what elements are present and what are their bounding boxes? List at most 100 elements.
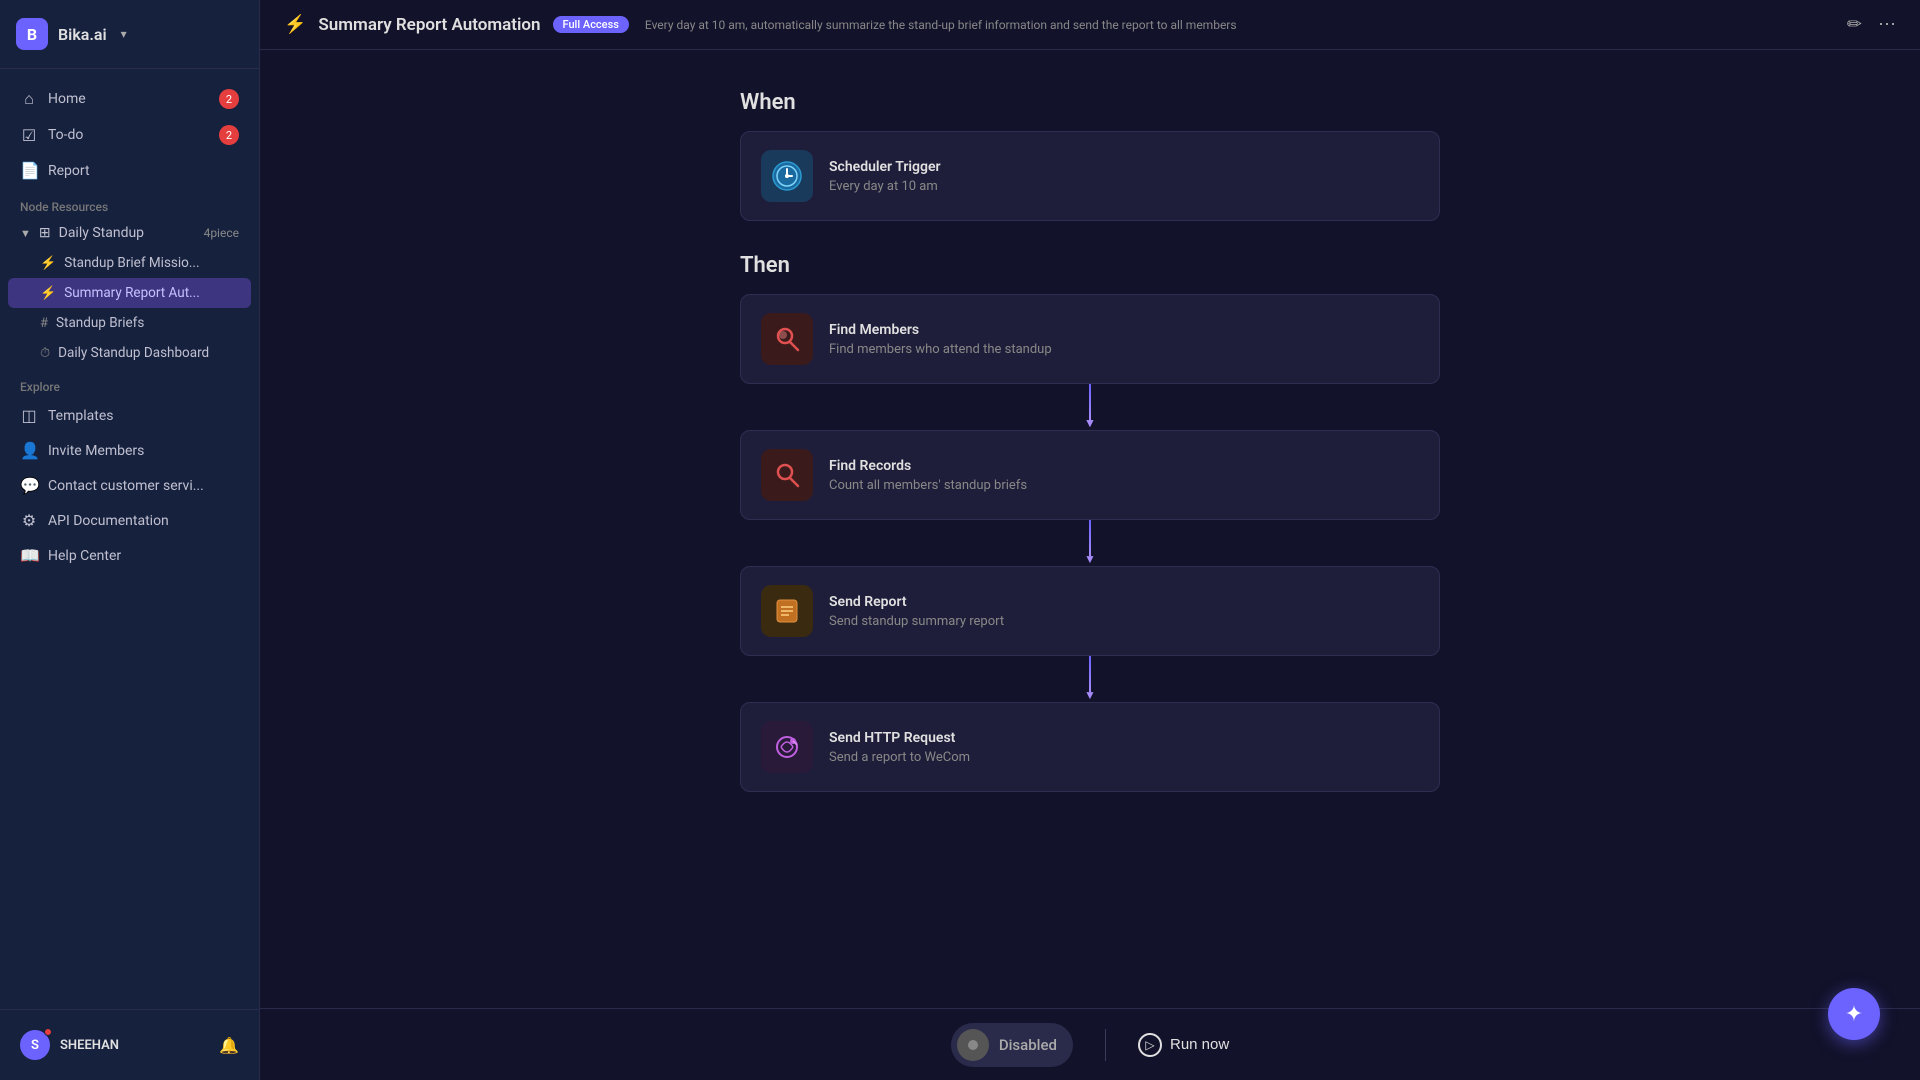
scheduler-icon <box>761 150 813 202</box>
sidebar: B Bika.ai ▾ ⌂ Home 2 ☑ To-do 2 📄 Report … <box>0 0 260 1080</box>
connector-1: ▼ <box>1089 384 1091 420</box>
send-report-desc: Send standup summary report <box>829 614 1004 629</box>
find-members-text: Find Members Find members who attend the… <box>829 322 1052 357</box>
topbar-actions: ✏ ⋯ <box>1847 14 1896 35</box>
sidebar-item-contact-customer[interactable]: 💬 Contact customer servi... <box>8 468 251 503</box>
chat-icon: 💬 <box>20 476 38 495</box>
sidebar-item-api-docs[interactable]: ⚙ API Documentation <box>8 503 251 538</box>
main-nav: ⌂ Home 2 ☑ To-do 2 📄 Report Node Resourc… <box>0 69 259 585</box>
fab-button[interactable]: ✦ <box>1828 988 1880 1040</box>
nav-label-home: Home <box>48 91 86 107</box>
run-now-button[interactable]: ▷ Run now <box>1138 1033 1229 1057</box>
disabled-toggle[interactable]: Disabled <box>951 1023 1073 1067</box>
hash-icon: # <box>40 316 48 331</box>
invite-icon: 👤 <box>20 441 38 460</box>
send-report-title: Send Report <box>829 594 1004 610</box>
notification-dot <box>44 1028 52 1036</box>
send-http-title: Send HTTP Request <box>829 730 970 746</box>
home-badge: 2 <box>219 89 239 109</box>
connector-2: ▼ <box>1089 520 1091 556</box>
app-chevron-icon: ▾ <box>121 27 127 41</box>
sidebar-item-daily-standup-dashboard[interactable]: ⏱ Daily Standup Dashboard <box>8 338 251 368</box>
node-resources-label: Node Resources <box>8 188 251 218</box>
nav-item-todo[interactable]: ☑ To-do 2 <box>8 117 251 153</box>
standup-briefs-label: Standup Briefs <box>56 315 144 331</box>
app-name: Bika.ai <box>58 25 107 44</box>
find-records-title: Find Records <box>829 458 1027 474</box>
help-label: Help Center <box>48 548 121 564</box>
fab-icon: ✦ <box>1845 1002 1863 1027</box>
find-members-card[interactable]: Find Members Find members who attend the… <box>740 294 1440 384</box>
find-members-desc: Find members who attend the standup <box>829 342 1052 357</box>
avatar: S <box>20 1030 50 1060</box>
trigger-text: Scheduler Trigger Every day at 10 am <box>829 159 941 194</box>
templates-icon: ◫ <box>20 406 38 425</box>
todo-badge: 2 <box>219 125 239 145</box>
access-badge: Full Access <box>553 16 629 33</box>
api-label: API Documentation <box>48 513 169 529</box>
contact-label: Contact customer servi... <box>48 478 204 494</box>
send-http-text: Send HTTP Request Send a report to WeCom <box>829 730 970 765</box>
find-records-card[interactable]: Find Records Count all members' standup … <box>740 430 1440 520</box>
daily-standup-dashboard-label: Daily Standup Dashboard <box>58 345 209 361</box>
home-icon: ⌂ <box>20 89 38 109</box>
more-button[interactable]: ⋯ <box>1878 14 1896 35</box>
sidebar-item-help-center[interactable]: 📖 Help Center <box>8 538 251 573</box>
sidebar-header[interactable]: B Bika.ai ▾ <box>0 0 259 69</box>
bell-icon[interactable]: 🔔 <box>219 1036 239 1055</box>
todo-icon: ☑ <box>20 126 38 145</box>
sidebar-item-standup-brief[interactable]: ⚡ Standup Brief Missio... <box>8 248 251 278</box>
automation-icon: ⚡ <box>284 14 306 35</box>
templates-label: Templates <box>48 408 114 424</box>
standup-brief-label: Standup Brief Missio... <box>64 255 199 271</box>
nav-item-home[interactable]: ⌂ Home 2 <box>8 81 251 117</box>
http-icon <box>761 721 813 773</box>
bottom-bar: Disabled ▷ Run now <box>260 1008 1920 1080</box>
sidebar-item-summary-report[interactable]: ⚡ Summary Report Aut... <box>8 278 251 308</box>
explore-label: Explore <box>8 368 251 398</box>
lightning-icon-active: ⚡ <box>40 286 56 301</box>
when-label: When <box>740 90 1440 115</box>
sidebar-item-invite-members[interactable]: 👤 Invite Members <box>8 433 251 468</box>
nav-item-report[interactable]: 📄 Report <box>8 153 251 188</box>
send-http-desc: Send a report to WeCom <box>829 750 970 765</box>
topbar-description: Every day at 10 am, automatically summar… <box>645 18 1237 32</box>
run-icon: ▷ <box>1138 1033 1162 1057</box>
tree-parent-label: Daily Standup <box>59 225 144 241</box>
then-label: Then <box>740 253 1440 278</box>
toggle-label: Disabled <box>999 1036 1057 1054</box>
topbar: ⚡ Summary Report Automation Full Access … <box>260 0 1920 50</box>
topbar-title-group: Summary Report Automation <box>318 15 540 35</box>
sidebar-footer: S SHEEHAN 🔔 <box>0 1009 259 1080</box>
user-row[interactable]: S SHEEHAN 🔔 <box>8 1022 251 1068</box>
page-title: Summary Report Automation <box>318 15 540 35</box>
find-members-icon <box>761 313 813 365</box>
username: SHEEHAN <box>60 1038 119 1053</box>
clock-icon: ⏱ <box>40 346 50 361</box>
send-report-icon <box>761 585 813 637</box>
trigger-card[interactable]: Scheduler Trigger Every day at 10 am <box>740 131 1440 221</box>
find-records-text: Find Records Count all members' standup … <box>829 458 1027 493</box>
divider <box>1105 1029 1106 1061</box>
book-icon: 📖 <box>20 546 38 565</box>
nav-label-todo: To-do <box>48 127 83 143</box>
invite-label: Invite Members <box>48 443 144 459</box>
find-records-icon <box>761 449 813 501</box>
nav-label-report: Report <box>48 163 90 179</box>
trigger-title: Scheduler Trigger <box>829 159 941 175</box>
report-icon: 📄 <box>20 161 38 180</box>
lightning-icon: ⚡ <box>40 256 56 271</box>
send-http-card[interactable]: Send HTTP Request Send a report to WeCom <box>740 702 1440 792</box>
edit-button[interactable]: ✏ <box>1847 14 1862 35</box>
toggle-circle <box>957 1029 989 1061</box>
summary-report-label: Summary Report Aut... <box>64 285 200 301</box>
main-area: ⚡ Summary Report Automation Full Access … <box>260 0 1920 1080</box>
sidebar-item-templates[interactable]: ◫ Templates <box>8 398 251 433</box>
find-members-title: Find Members <box>829 322 1052 338</box>
tree-daily-standup[interactable]: ▼ ⊞ Daily Standup 4piece <box>8 218 251 248</box>
sidebar-item-standup-briefs[interactable]: # Standup Briefs <box>8 308 251 338</box>
workflow-canvas: When Scheduler Trigger Every day at 10 a… <box>260 50 1920 1008</box>
run-now-label: Run now <box>1170 1036 1229 1053</box>
piece-count: 4piece <box>204 226 239 240</box>
send-report-card[interactable]: Send Report Send standup summary report <box>740 566 1440 656</box>
